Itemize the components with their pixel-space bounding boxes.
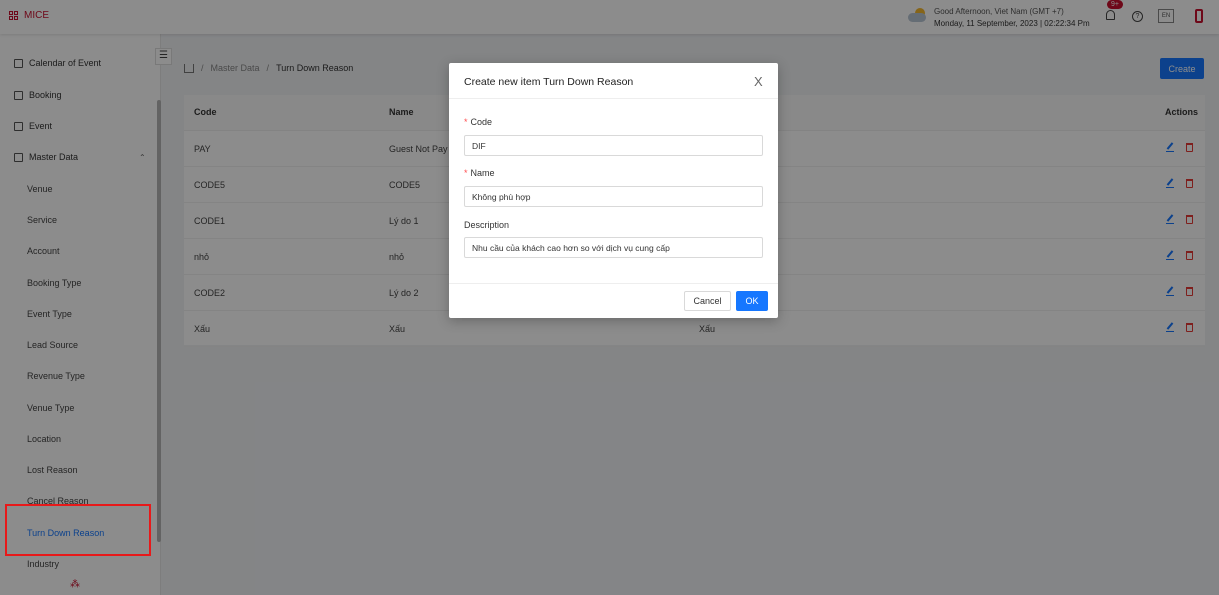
required-mark: *	[464, 117, 468, 127]
modal-footer-divider	[449, 283, 778, 284]
required-mark: *	[464, 168, 468, 178]
modal-header-divider	[449, 98, 778, 99]
code-label-text: Code	[470, 117, 493, 127]
description-label: Description	[464, 220, 510, 230]
close-icon[interactable]: X	[754, 74, 763, 89]
name-label: * Name	[464, 168, 495, 178]
code-label: * Code	[464, 117, 492, 127]
name-label-text: Name	[470, 168, 495, 178]
code-input[interactable]	[464, 135, 763, 156]
ok-button[interactable]: OK	[736, 291, 768, 311]
cancel-button[interactable]: Cancel	[684, 291, 731, 311]
name-input[interactable]	[464, 186, 763, 207]
highlight-annotation-box	[5, 504, 151, 556]
create-item-modal: Create new item Turn Down Reason X * Code…	[449, 63, 778, 318]
description-input[interactable]	[464, 237, 763, 258]
modal-title: Create new item Turn Down Reason	[464, 76, 634, 88]
